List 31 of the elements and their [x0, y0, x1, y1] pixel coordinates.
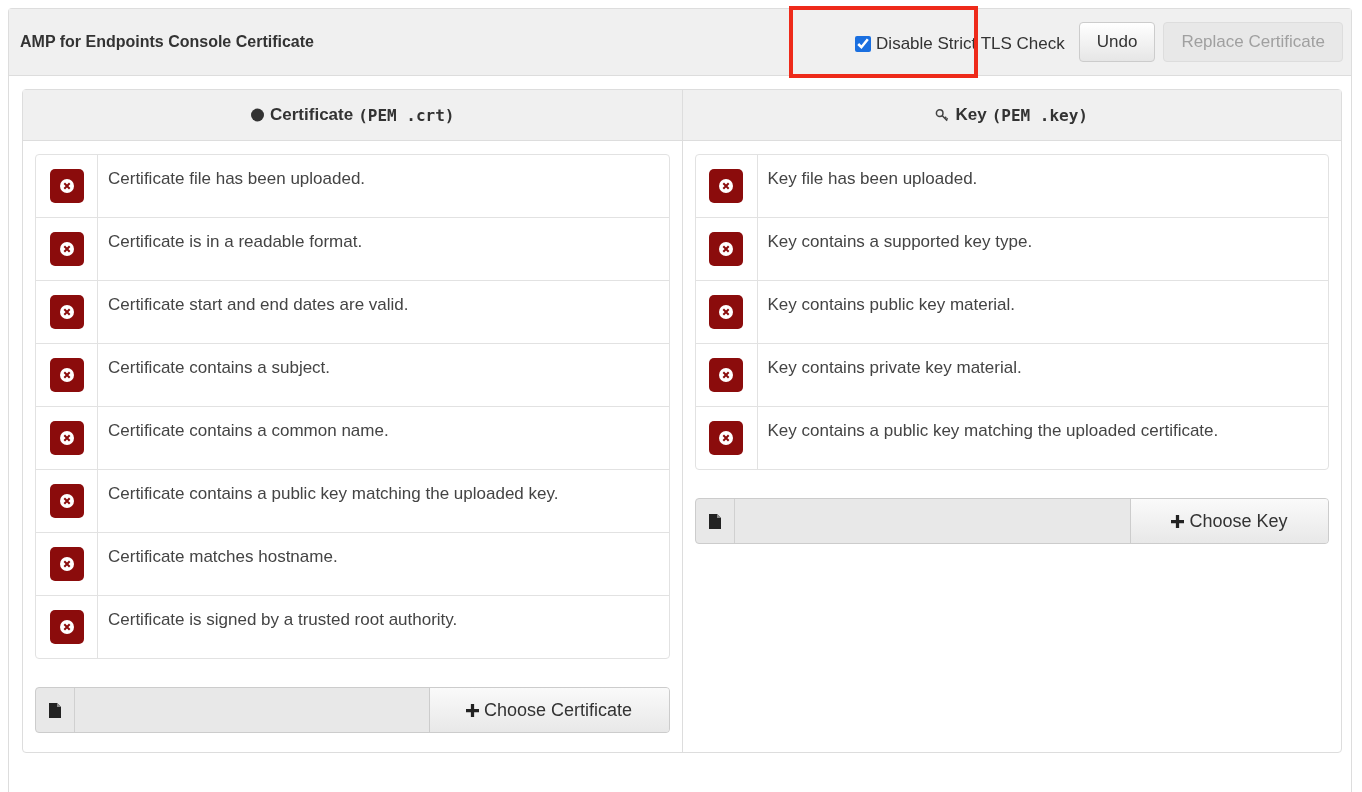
tls-label: Disable Strict TLS Check	[876, 34, 1065, 54]
file-icon	[49, 702, 61, 718]
plus-icon	[465, 703, 479, 717]
key-icon	[935, 108, 951, 122]
column-heading: Certificate	[270, 105, 354, 125]
check-text: Key contains a public key matching the uploaded certificate.	[766, 420, 1220, 442]
panel-title: AMP for Endpoints Console Certificate	[20, 33, 314, 51]
check-text: Certificate contains a subject.	[107, 357, 332, 379]
choose-file-button[interactable]: Choose Key	[1130, 499, 1328, 543]
toolbar-button[interactable]: Undo	[1078, 22, 1156, 62]
tls-checkbox[interactable]	[855, 36, 872, 52]
check-text: Certificate is in a readable format.	[107, 231, 364, 253]
file-field[interactable]: Choose Key	[694, 498, 1329, 544]
check-text: Certificate file has been uploaded.	[107, 168, 367, 190]
check-text: Key contains public key material.	[766, 294, 1017, 316]
plus-icon	[1171, 514, 1185, 528]
format-label: (PEM .key)	[991, 105, 1088, 125]
format-label: (PEM .crt)	[358, 105, 455, 125]
check-text: Certificate matches hostname.	[107, 546, 339, 568]
check-text: Certificate contains a common name.	[107, 420, 390, 442]
choose-file-button[interactable]: Choose Certificate	[428, 688, 669, 732]
file-field[interactable]: Choose Certificate	[35, 687, 670, 733]
circle-icon	[250, 108, 265, 122]
check-text: Key file has been uploaded.	[766, 168, 979, 190]
file-icon	[708, 513, 721, 529]
check-text: Key contains private key material.	[766, 357, 1023, 379]
column-heading: Key	[955, 105, 987, 125]
check-text: Key contains a supported key type.	[766, 231, 1034, 253]
check-text: Certificate start and end dates are valid.	[107, 294, 410, 316]
check-text: Certificate contains a public key matching the uploaded key.	[107, 483, 560, 505]
check-text: Certificate is signed by a trusted root authority.	[107, 609, 459, 631]
